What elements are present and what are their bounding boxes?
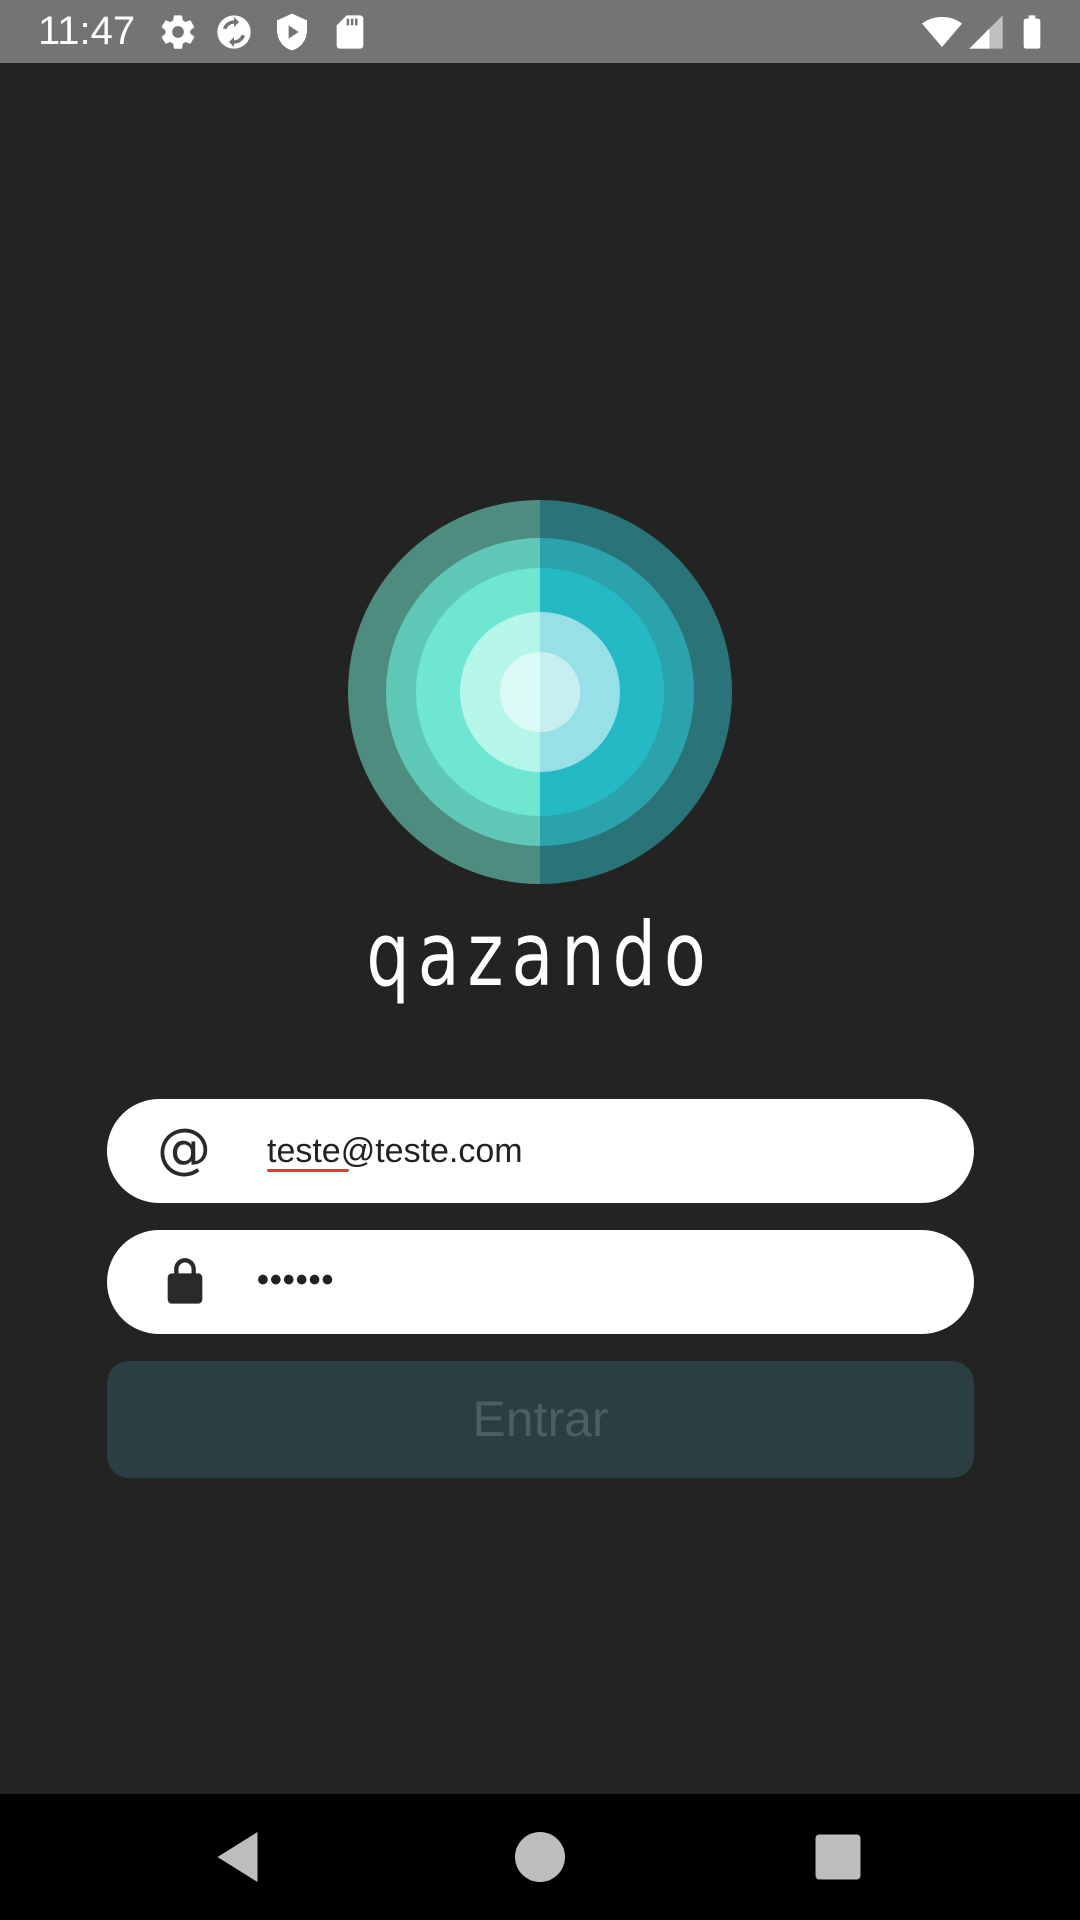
sd-card-icon xyxy=(336,15,364,49)
status-time: 11:47 xyxy=(38,9,136,53)
home-icon[interactable] xyxy=(510,1827,570,1887)
spellcheck-underline xyxy=(267,1169,349,1172)
gear-icon xyxy=(161,15,195,49)
shield-icon xyxy=(277,13,307,51)
login-button[interactable]: Entrar xyxy=(107,1361,974,1478)
brand-wordmark: qazando xyxy=(366,903,714,1006)
at-icon: @ xyxy=(157,1117,211,1180)
recents-icon[interactable] xyxy=(808,1827,868,1887)
wifi-icon xyxy=(922,17,962,47)
signal-icon xyxy=(969,15,1003,49)
qazando-logo-icon xyxy=(348,500,732,884)
sync-icon xyxy=(217,15,251,49)
lock-icon xyxy=(167,1258,203,1304)
battery-icon xyxy=(1023,15,1041,49)
password-field[interactable]: •••••• xyxy=(107,1230,974,1334)
status-bar: 11:47 xyxy=(0,0,1080,63)
email-field[interactable]: @ teste@teste.com xyxy=(107,1099,974,1203)
password-input[interactable]: •••••• xyxy=(257,1254,334,1306)
back-icon[interactable] xyxy=(210,1827,270,1887)
navigation-bar xyxy=(0,1794,1080,1920)
email-input[interactable]: teste@teste.com xyxy=(267,1127,523,1175)
